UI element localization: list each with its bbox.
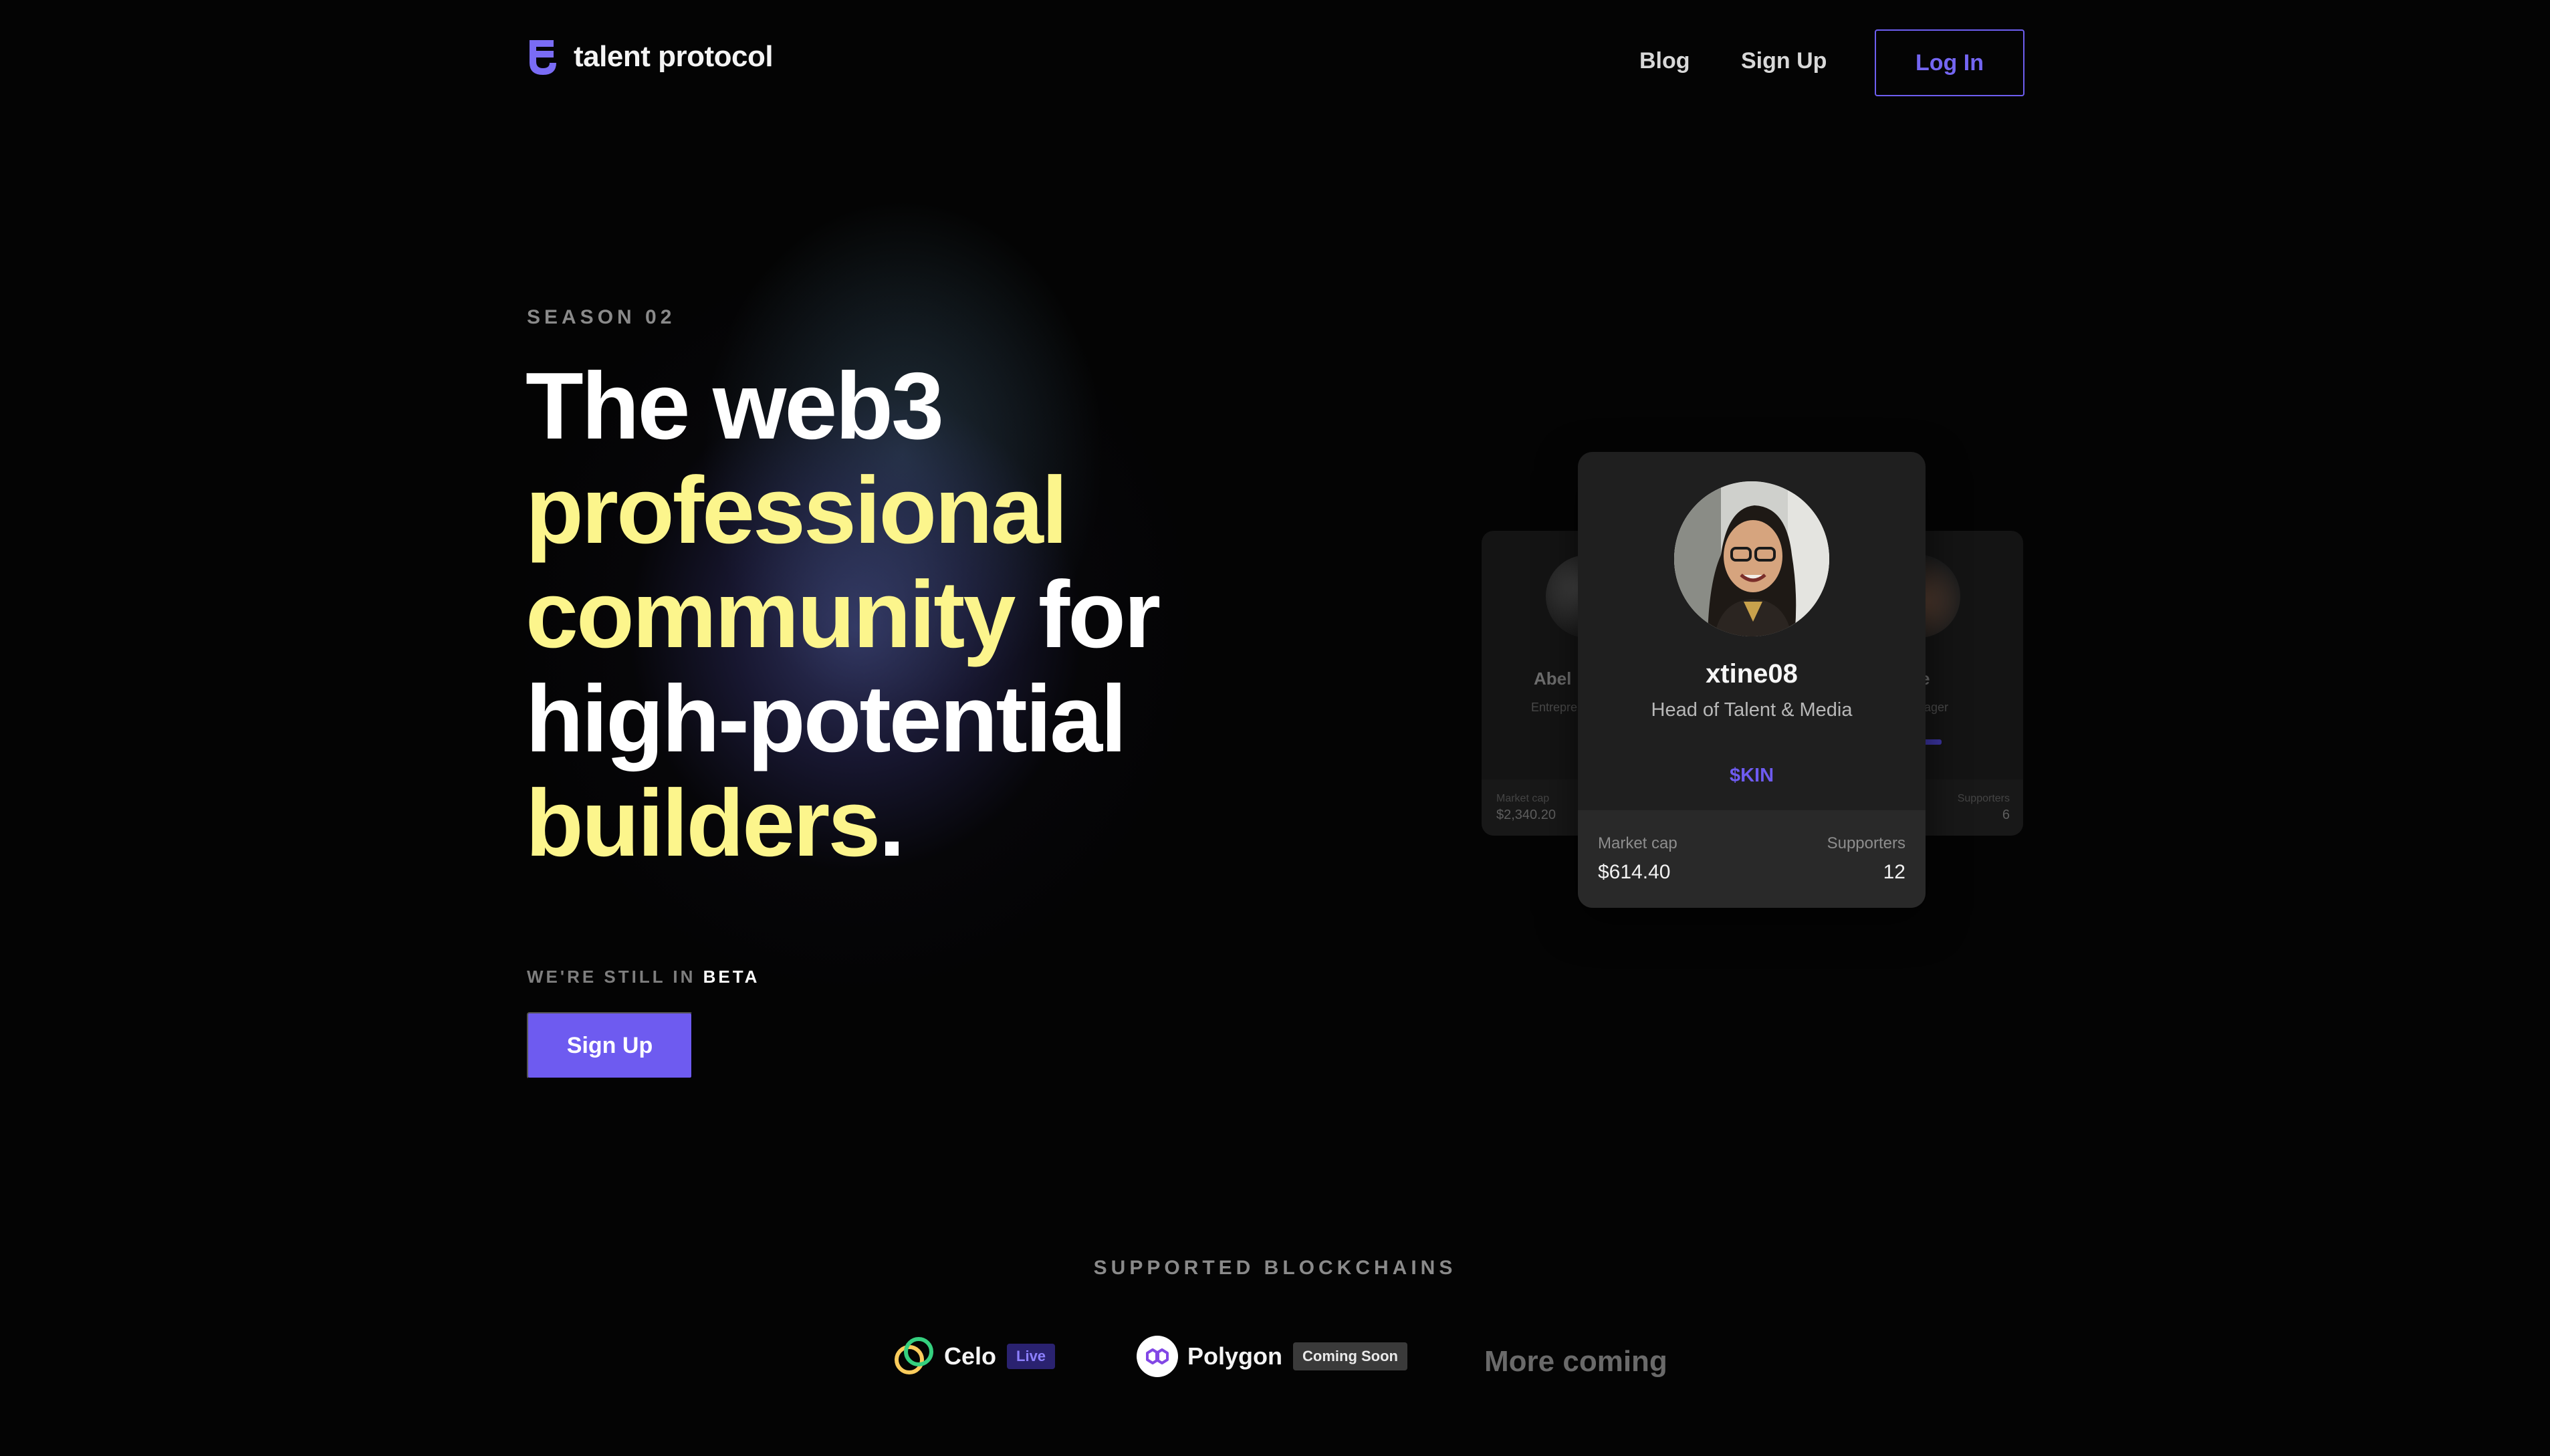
market-cap-value: $614.40 xyxy=(1598,861,1671,883)
log-in-button[interactable]: Log In xyxy=(1875,29,2024,96)
landing-page: talent protocol Blog Sign Up Log In SEAS… xyxy=(0,0,2550,1456)
nav-link-sign-up[interactable]: Sign Up xyxy=(1741,48,1827,74)
season-label: SEASON 02 xyxy=(527,306,676,328)
more-coming-label: More coming xyxy=(1484,1345,1667,1378)
blockchain-celo: Celo Live xyxy=(893,1336,1056,1377)
talent-role: Entrepre xyxy=(1531,701,1578,714)
status-badge: Coming Soon xyxy=(1293,1342,1407,1370)
supporters-label: Supporters xyxy=(1957,793,2010,804)
logo[interactable]: talent protocol xyxy=(527,37,774,76)
talent-name: xtine08 xyxy=(1706,659,1798,689)
beta-prefix: WE'RE STILL IN xyxy=(527,967,696,987)
headline-part: The web3 xyxy=(526,353,944,459)
supported-blockchains-title: SUPPORTED BLOCKCHAINS xyxy=(1093,1257,1457,1279)
card-footer xyxy=(1578,810,1926,908)
talent-card-featured[interactable]: xtine08 Head of Talent & Media $KIN Mark… xyxy=(1578,452,1926,908)
talent-token[interactable]: $KIN xyxy=(1578,765,1926,787)
polygon-icon xyxy=(1137,1336,1178,1377)
headline-part: . xyxy=(879,770,905,876)
headline-highlight: community xyxy=(526,562,1016,668)
nav-link-blog[interactable]: Blog xyxy=(1639,48,1690,74)
market-cap-value: $2,340.20 xyxy=(1496,808,1556,822)
talent-protocol-logo-icon xyxy=(530,40,556,75)
logo-text: talent protocol xyxy=(574,40,774,73)
avatar xyxy=(1674,481,1829,636)
supporters-value: 12 xyxy=(1883,861,1905,883)
chain-name: Celo xyxy=(944,1342,997,1370)
market-cap-label: Market cap xyxy=(1598,834,1677,852)
market-cap-label: Market cap xyxy=(1496,793,1550,804)
beta-word: BETA xyxy=(703,967,760,987)
status-badge: Live xyxy=(1007,1344,1056,1369)
supporters-value: 6 xyxy=(2002,808,2010,822)
hero-sign-up-button[interactable]: Sign Up xyxy=(527,1012,693,1079)
headline-highlight: builders xyxy=(526,770,881,876)
hero-headline: The web3 professional community for high… xyxy=(526,354,1328,876)
headline-part: for xyxy=(1038,562,1161,668)
profile-photo-icon xyxy=(1674,481,1829,636)
celo-icon xyxy=(895,1337,933,1374)
headline-part: high-potential xyxy=(526,666,1127,772)
beta-notice: WE'RE STILL IN BETA xyxy=(527,967,760,987)
blockchain-polygon: Polygon Coming Soon xyxy=(1137,1336,1407,1377)
supporters-label: Supporters xyxy=(1827,834,1905,852)
chain-name: Polygon xyxy=(1187,1342,1282,1370)
headline-highlight: professional xyxy=(526,457,1068,564)
talent-role: Head of Talent & Media xyxy=(1651,699,1853,721)
talent-name: Abel xyxy=(1534,669,1572,689)
